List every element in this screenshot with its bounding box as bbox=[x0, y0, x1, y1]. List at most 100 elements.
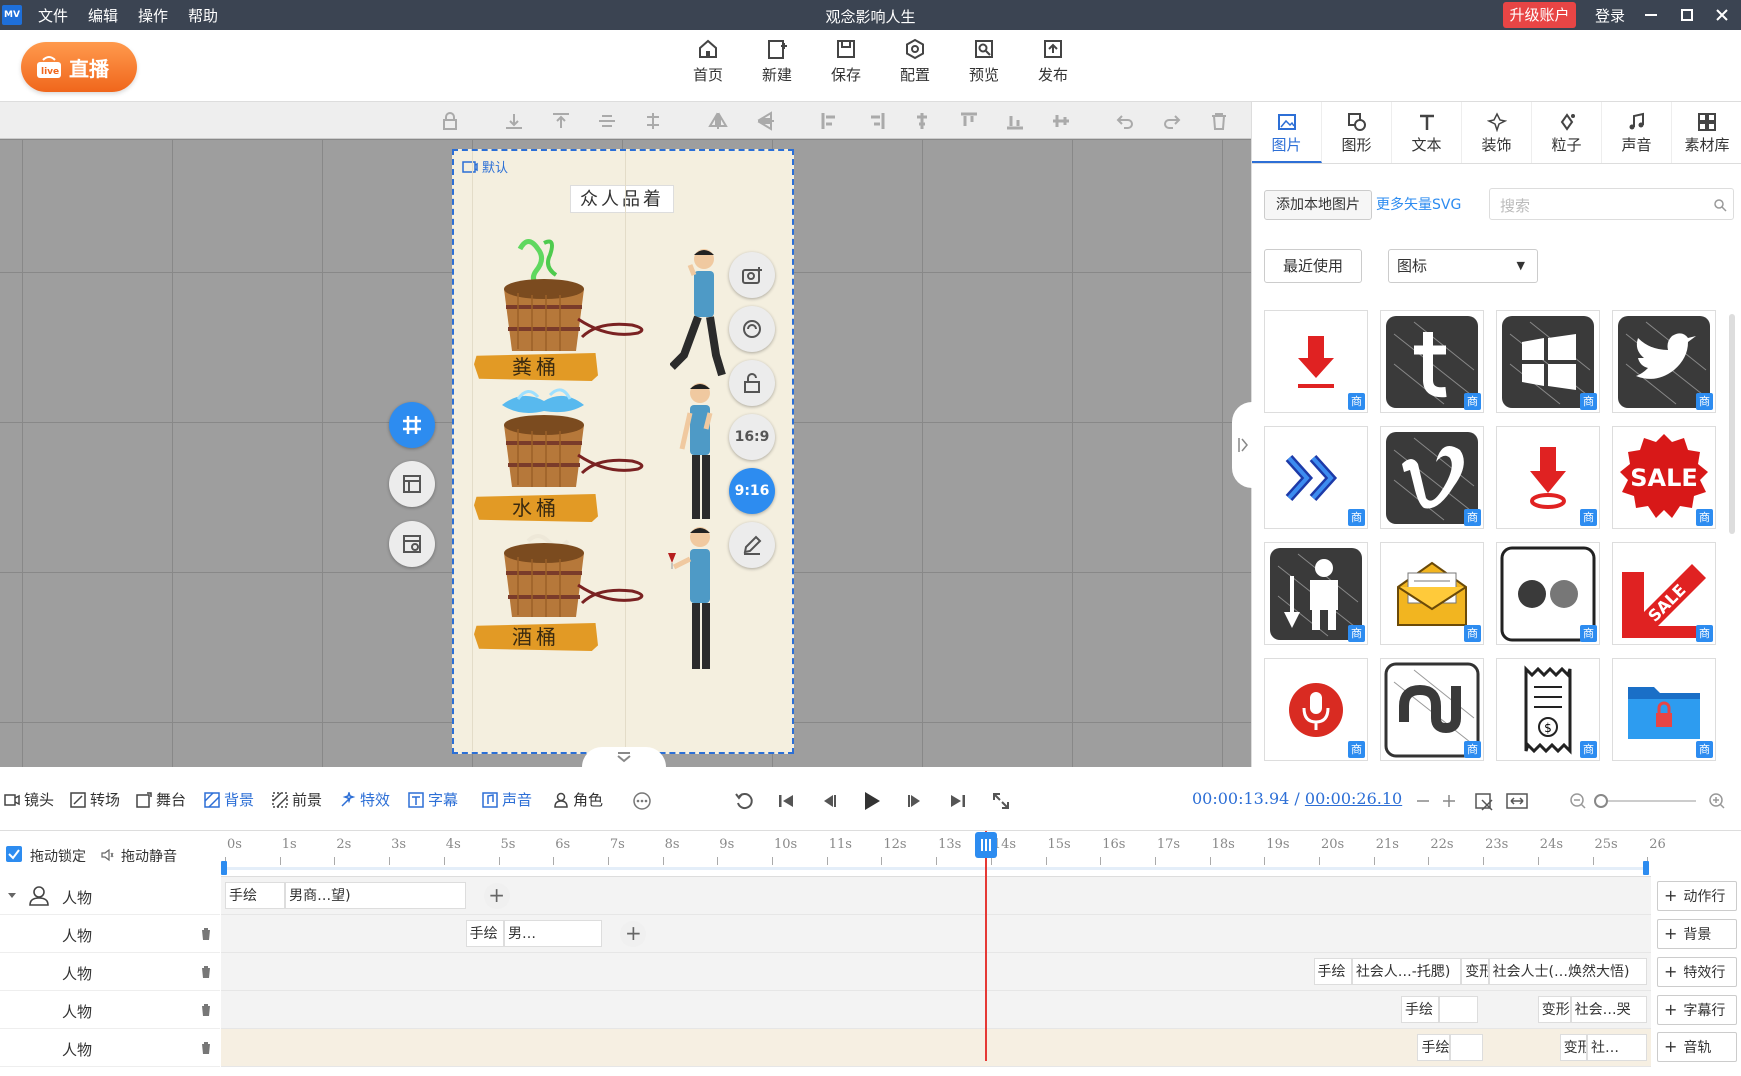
track-header[interactable]: 人物 bbox=[0, 877, 220, 915]
home-button[interactable]: 首页 bbox=[678, 38, 738, 85]
settings-button[interactable]: 配置 bbox=[885, 38, 945, 85]
man-drinking-image[interactable] bbox=[670, 245, 740, 381]
asset-flickr-icon[interactable]: 商 bbox=[1496, 542, 1600, 645]
menu-help[interactable]: 帮助 bbox=[188, 5, 218, 26]
range-handle[interactable] bbox=[221, 861, 227, 875]
add-track-button[interactable]: + 背景 bbox=[1657, 919, 1737, 949]
track-lane[interactable]: 手绘 男商…望) + bbox=[221, 877, 1651, 915]
asset-builder-icon[interactable]: 商 bbox=[1264, 542, 1368, 645]
unlock-button[interactable] bbox=[729, 360, 775, 406]
panel-toggle[interactable] bbox=[1232, 402, 1254, 488]
upgrade-button[interactable]: 升级账户 bbox=[1503, 2, 1576, 28]
asset-folder-lock-icon[interactable]: 商 bbox=[1612, 658, 1716, 761]
zoom-out-icon[interactable] bbox=[1566, 789, 1590, 813]
align-center-icon[interactable] bbox=[642, 110, 664, 132]
layout-settings-button[interactable] bbox=[389, 521, 435, 567]
track-clip[interactable]: 手绘 bbox=[225, 882, 286, 909]
replay-icon[interactable] bbox=[732, 789, 756, 813]
snapshot-button[interactable] bbox=[729, 252, 775, 298]
redo-icon[interactable] bbox=[1161, 110, 1183, 132]
expand-icon[interactable] bbox=[7, 892, 17, 900]
track-lane[interactable]: 手绘 变形 社会…哭 bbox=[221, 991, 1651, 1029]
align-vtop-icon[interactable] bbox=[958, 110, 980, 132]
delete-icon[interactable] bbox=[1208, 110, 1230, 132]
category-select[interactable]: 图标 ▼ bbox=[1388, 249, 1538, 283]
track-clip[interactable]: 变形 bbox=[1537, 996, 1571, 1023]
track-clip[interactable]: 手绘 bbox=[1417, 1034, 1451, 1061]
layout-button[interactable] bbox=[389, 461, 435, 507]
edit-button[interactable] bbox=[729, 522, 775, 568]
playhead-handle[interactable] bbox=[975, 832, 997, 858]
clip-edit-icon[interactable] bbox=[1472, 789, 1496, 813]
trash-icon[interactable] bbox=[200, 965, 212, 979]
stage-title-text[interactable]: 众人品着 bbox=[570, 185, 674, 213]
track-clip[interactable] bbox=[1450, 1034, 1484, 1061]
track-clip[interactable]: 社会…哭 bbox=[1570, 996, 1648, 1023]
subtitle-button[interactable]: 字幕 bbox=[408, 789, 458, 810]
track-header[interactable]: 人物 bbox=[0, 991, 220, 1029]
wine-barrel-tag[interactable]: 酒桶 bbox=[474, 623, 598, 651]
login-link[interactable]: 登录 bbox=[1595, 0, 1625, 32]
asset-vimeo-icon[interactable]: 商 bbox=[1380, 426, 1484, 529]
track-clip[interactable]: 变形 bbox=[1559, 1034, 1588, 1061]
tab-shapes[interactable]: 图形 bbox=[1322, 102, 1392, 163]
menu-edit[interactable]: 编辑 bbox=[88, 5, 118, 26]
mute-icon[interactable] bbox=[100, 848, 114, 862]
camera-track-button[interactable]: 镜头 bbox=[4, 789, 54, 810]
zoom-in-icon[interactable] bbox=[1705, 789, 1729, 813]
fullscreen-icon[interactable] bbox=[989, 789, 1013, 813]
track-clip[interactable]: 手绘 bbox=[1401, 996, 1440, 1023]
track-lane[interactable]: 手绘 男… + bbox=[221, 915, 1651, 953]
add-local-image-button[interactable]: 添加本地图片 bbox=[1264, 190, 1372, 220]
range-handle[interactable] bbox=[1643, 861, 1649, 875]
track-clip[interactable]: 社会人士(…焕然大悟) bbox=[1488, 958, 1648, 985]
track-clip[interactable] bbox=[1439, 996, 1478, 1023]
plus-time-icon[interactable] bbox=[1437, 789, 1461, 813]
track-header[interactable]: 人物 bbox=[0, 953, 220, 991]
fit-width-icon[interactable] bbox=[1505, 789, 1529, 813]
menu-operate[interactable]: 操作 bbox=[138, 5, 168, 26]
play-icon[interactable] bbox=[859, 789, 883, 813]
undo-icon[interactable] bbox=[1114, 110, 1136, 132]
menu-file[interactable]: 文件 bbox=[38, 5, 68, 26]
asset-double-chevron-icon[interactable]: 商 bbox=[1264, 426, 1368, 529]
close-icon[interactable] bbox=[1711, 4, 1733, 26]
timeline-ruler[interactable]: 0s 1s 2s 3s 4s 5s 6s 7s 8s 9s 10s 11s 12s 13s 14s 15s 16… bbox=[221, 831, 1666, 877]
maximize-icon[interactable] bbox=[1676, 4, 1698, 26]
more-svg-link[interactable]: 更多矢量SVG bbox=[1376, 194, 1461, 214]
tab-decor[interactable]: 装饰 bbox=[1462, 102, 1532, 163]
new-button[interactable]: 新建 bbox=[747, 38, 807, 85]
align-vbottom-icon[interactable] bbox=[1004, 110, 1026, 132]
water-barrel-image[interactable] bbox=[498, 383, 648, 513]
add-clip-button[interactable]: + bbox=[620, 921, 647, 947]
track-clip[interactable]: 变形 bbox=[1461, 958, 1489, 985]
asset-sale-badge-icon[interactable]: SALE 商 bbox=[1612, 426, 1716, 529]
asset-twitter-icon[interactable]: 商 bbox=[1612, 310, 1716, 413]
track-clip[interactable]: 社… bbox=[1587, 1034, 1648, 1061]
water-barrel-tag[interactable]: 水桶 bbox=[474, 494, 598, 522]
add-track-button[interactable]: + 字幕行 bbox=[1657, 995, 1737, 1025]
align-bottom-icon[interactable] bbox=[503, 110, 525, 132]
flip-horizontal-icon[interactable] bbox=[707, 110, 729, 132]
effects-button[interactable]: 特效 bbox=[340, 789, 390, 810]
align-middle-icon[interactable] bbox=[596, 110, 618, 132]
track-header[interactable]: 人物 bbox=[0, 1029, 220, 1067]
track-header[interactable]: 人物 bbox=[0, 915, 220, 953]
zoom-slider[interactable] bbox=[1594, 794, 1696, 808]
foreground-button[interactable]: 前景 bbox=[272, 789, 322, 810]
tab-particles[interactable]: 粒子 bbox=[1532, 102, 1602, 163]
background-button[interactable]: 背景 bbox=[204, 789, 254, 810]
grid-toggle-button[interactable] bbox=[389, 402, 435, 448]
asset-mail-icon[interactable]: 商 bbox=[1380, 542, 1484, 645]
tab-library[interactable]: 素材库 bbox=[1672, 102, 1741, 163]
dung-barrel-image[interactable] bbox=[498, 229, 648, 359]
character-button[interactable]: 角色 bbox=[553, 789, 603, 810]
minimize-icon[interactable] bbox=[1640, 4, 1662, 26]
add-track-button[interactable]: + 特效行 bbox=[1657, 957, 1737, 987]
add-clip-button[interactable]: + bbox=[483, 883, 510, 909]
track-clip[interactable]: 社会人…-托腮) bbox=[1351, 958, 1462, 985]
track-clip[interactable]: 男商…望) bbox=[285, 882, 466, 909]
lock-icon[interactable] bbox=[439, 110, 461, 132]
tab-images[interactable]: 图片 bbox=[1252, 102, 1322, 163]
align-right-icon[interactable] bbox=[865, 110, 887, 132]
